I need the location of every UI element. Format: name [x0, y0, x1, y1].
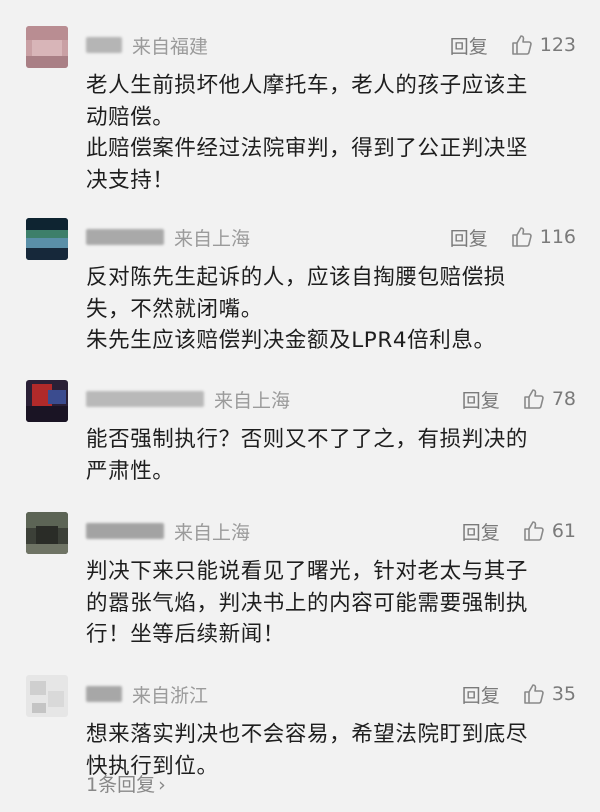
comment-line: 老人生前损坏他人摩托车，老人的孩子应该主 [86, 73, 529, 98]
comment-line: 决支持！ [86, 167, 175, 193]
thumbs-up-icon [524, 389, 544, 409]
like-count: 78 [551, 388, 576, 410]
nickname-blurred[interactable] [86, 37, 122, 53]
like-count: 61 [551, 520, 576, 542]
thumbs-up-icon [511, 227, 532, 247]
location-label: 来自上海 [174, 521, 251, 544]
avatar[interactable] [26, 218, 68, 260]
nickname-blurred[interactable] [86, 229, 164, 245]
view-replies-link[interactable]: 1条回复 › [86, 770, 166, 797]
comment-meta: 来自上海 [86, 386, 290, 412]
comment-line: 失，不然就闭嘴。 [86, 296, 263, 322]
chevron-right-icon: › [158, 774, 166, 796]
like-count: 123 [539, 34, 576, 56]
reply-button[interactable]: 回复 [462, 518, 500, 545]
avatar[interactable] [26, 512, 68, 554]
comment-actions: 回复 35 [462, 681, 576, 707]
comment-actions: 回复 61 [462, 518, 576, 544]
comment-text: 判决下来只能说看见了曙光，针对老太与其子 的嚣张气焰，判决书上的内容可能需要强制… [86, 556, 570, 651]
like-count: 35 [551, 683, 576, 705]
like-button[interactable]: 61 [522, 519, 576, 543]
comment-line: 严肃性。 [86, 458, 175, 484]
nickname-blurred[interactable] [86, 391, 204, 407]
comment-actions: 回复 116 [450, 224, 576, 250]
comment-line: 能否强制执行？否则又不了了之，有损判决的 [86, 427, 529, 452]
comment-line: 行！坐等后续新闻！ [86, 622, 285, 647]
replies-link-label: 1条回复 [86, 774, 156, 796]
reply-button[interactable]: 回复 [450, 224, 488, 251]
comment-meta: 来自上海 [86, 224, 250, 250]
thumbs-up-icon [511, 35, 532, 55]
comment-list: 来自福建 回复 123 老人生前损坏他人摩托车，老人的孩子应该主 动赔偿。 此赔… [0, 0, 600, 812]
comment-line: 判决下来只能说看见了曙光，针对老太与其子 [86, 559, 529, 584]
comment-line: 反对陈先生起诉的人，应该自掏腰包赔偿损 [86, 265, 506, 290]
comment-line: 的嚣张气焰，判决书上的内容可能需要强制执 [86, 590, 529, 616]
comment-line: 想来落实判决也不会容易，希望法院盯到底尽 [86, 722, 529, 747]
comment-text: 老人生前损坏他人摩托车，老人的孩子应该主 动赔偿。 此赔偿案件经过法院审判，得到… [86, 70, 570, 196]
comment-actions: 回复 123 [450, 32, 576, 58]
nickname-blurred[interactable] [86, 523, 164, 539]
comment-meta: 来自浙江 [86, 681, 208, 707]
thumbs-up-icon [524, 521, 544, 541]
like-count: 116 [539, 226, 576, 248]
reply-button[interactable]: 回复 [462, 386, 500, 413]
comment-text: 能否强制执行？否则又不了了之，有损判决的 严肃性。 [86, 424, 570, 487]
like-button[interactable]: 123 [510, 33, 576, 57]
comment-line: 此赔偿案件经过法院审判，得到了公正判决坚 [86, 136, 529, 161]
reply-button[interactable]: 回复 [450, 32, 488, 59]
comment-actions: 回复 78 [462, 386, 576, 412]
like-button[interactable]: 78 [522, 387, 576, 411]
comment-meta: 来自福建 [86, 32, 208, 58]
location-label: 来自浙江 [132, 684, 209, 707]
avatar[interactable] [26, 380, 68, 422]
location-label: 来自上海 [214, 389, 291, 412]
comment-meta: 来自上海 [86, 518, 250, 544]
comment-line: 朱先生应该赔偿判决金额及LPR4倍利息。 [86, 328, 496, 353]
comment-line: 动赔偿。 [86, 104, 175, 130]
comment-text: 反对陈先生起诉的人，应该自掏腰包赔偿损 失，不然就闭嘴。 朱先生应该赔偿判决金额… [86, 262, 570, 357]
thumbs-up-icon [524, 684, 544, 704]
like-button[interactable]: 35 [522, 682, 576, 706]
like-button[interactable]: 116 [510, 225, 576, 249]
location-label: 来自上海 [174, 227, 251, 250]
reply-button[interactable]: 回复 [462, 681, 500, 708]
nickname-blurred[interactable] [86, 686, 122, 702]
avatar[interactable] [26, 675, 68, 717]
location-label: 来自福建 [132, 35, 209, 58]
avatar[interactable] [26, 26, 68, 68]
